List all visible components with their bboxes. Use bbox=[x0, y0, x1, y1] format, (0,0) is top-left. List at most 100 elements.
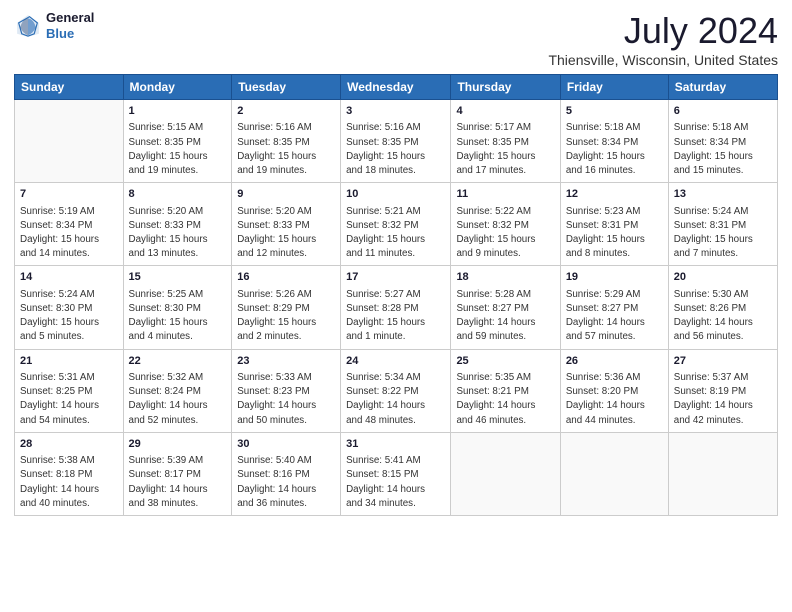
calendar-header-row: SundayMondayTuesdayWednesdayThursdayFrid… bbox=[15, 75, 778, 100]
calendar-header-tuesday: Tuesday bbox=[232, 75, 341, 100]
day-number: 30 bbox=[237, 437, 335, 452]
day-number: 22 bbox=[129, 354, 227, 369]
calendar-cell: 30 Sunrise: 5:40 AM Sunset: 8:16 PM Dayli… bbox=[232, 432, 341, 515]
calendar-week-row: 14 Sunrise: 5:24 AM Sunset: 8:30 PM Dayli… bbox=[15, 266, 778, 349]
calendar-cell: 12 Sunrise: 5:23 AM Sunset: 8:31 PM Dayli… bbox=[560, 183, 668, 266]
day-number: 28 bbox=[20, 437, 118, 452]
day-info: Sunrise: 5:22 AM Sunset: 8:32 PM Dayligh… bbox=[456, 205, 554, 262]
day-number: 31 bbox=[346, 437, 445, 452]
day-number: 10 bbox=[346, 187, 445, 202]
day-number: 26 bbox=[566, 354, 663, 369]
day-info: Sunrise: 5:34 AM Sunset: 8:22 PM Dayligh… bbox=[346, 371, 445, 428]
logo-icon bbox=[14, 12, 42, 40]
day-info: Sunrise: 5:41 AM Sunset: 8:15 PM Dayligh… bbox=[346, 454, 445, 511]
day-info: Sunrise: 5:37 AM Sunset: 8:19 PM Dayligh… bbox=[674, 371, 772, 428]
day-info: Sunrise: 5:24 AM Sunset: 8:31 PM Dayligh… bbox=[674, 205, 772, 262]
calendar-cell: 15Sunrise: 5:25 AM Sunset: 8:30 PM Dayli… bbox=[123, 266, 232, 349]
calendar-cell: 21 Sunrise: 5:31 AM Sunset: 8:25 PM Dayli… bbox=[15, 349, 124, 432]
day-info: Sunrise: 5:18 AM Sunset: 8:34 PM Dayligh… bbox=[674, 121, 772, 178]
calendar-cell: 25 Sunrise: 5:35 AM Sunset: 8:21 PM Dayli… bbox=[451, 349, 560, 432]
day-info: Sunrise: 5:20 AM Sunset: 8:33 PM Dayligh… bbox=[129, 205, 227, 262]
day-number: 18 bbox=[456, 270, 554, 285]
calendar-cell bbox=[15, 100, 124, 183]
calendar-week-row: 7 Sunrise: 5:19 AM Sunset: 8:34 PM Daylig… bbox=[15, 183, 778, 266]
day-number: 5 bbox=[566, 104, 663, 119]
day-number: 16 bbox=[237, 270, 335, 285]
calendar-cell: 9Sunrise: 5:20 AM Sunset: 8:33 PM Daylig… bbox=[232, 183, 341, 266]
calendar-cell: 16 Sunrise: 5:26 AM Sunset: 8:29 PM Dayli… bbox=[232, 266, 341, 349]
day-info: Sunrise: 5:16 AM Sunset: 8:35 PM Dayligh… bbox=[237, 121, 335, 178]
day-info: Sunrise: 5:40 AM Sunset: 8:16 PM Dayligh… bbox=[237, 454, 335, 511]
day-number: 24 bbox=[346, 354, 445, 369]
day-info: Sunrise: 5:39 AM Sunset: 8:17 PM Dayligh… bbox=[129, 454, 227, 511]
calendar-cell: 17Sunrise: 5:27 AM Sunset: 8:28 PM Dayli… bbox=[341, 266, 451, 349]
calendar-cell: 10 Sunrise: 5:21 AM Sunset: 8:32 PM Dayli… bbox=[341, 183, 451, 266]
calendar-cell: 19 Sunrise: 5:29 AM Sunset: 8:27 PM Dayli… bbox=[560, 266, 668, 349]
calendar-week-row: 28Sunrise: 5:38 AM Sunset: 8:18 PM Dayli… bbox=[15, 432, 778, 515]
day-number: 2 bbox=[237, 104, 335, 119]
day-number: 3 bbox=[346, 104, 445, 119]
calendar-cell: 26 Sunrise: 5:36 AM Sunset: 8:20 PM Dayli… bbox=[560, 349, 668, 432]
day-number: 13 bbox=[674, 187, 772, 202]
day-number: 8 bbox=[129, 187, 227, 202]
day-info: Sunrise: 5:23 AM Sunset: 8:31 PM Dayligh… bbox=[566, 205, 663, 262]
calendar-cell: 18 Sunrise: 5:28 AM Sunset: 8:27 PM Dayli… bbox=[451, 266, 560, 349]
day-number: 25 bbox=[456, 354, 554, 369]
calendar-cell: 22Sunrise: 5:32 AM Sunset: 8:24 PM Dayli… bbox=[123, 349, 232, 432]
logo-general: General bbox=[46, 10, 94, 26]
day-info: Sunrise: 5:19 AM Sunset: 8:34 PM Dayligh… bbox=[20, 205, 118, 262]
day-number: 20 bbox=[674, 270, 772, 285]
day-info: Sunrise: 5:21 AM Sunset: 8:32 PM Dayligh… bbox=[346, 205, 445, 262]
calendar-header-friday: Friday bbox=[560, 75, 668, 100]
calendar-cell bbox=[668, 432, 777, 515]
day-info: Sunrise: 5:15 AM Sunset: 8:35 PM Dayligh… bbox=[129, 121, 227, 178]
calendar-cell: 7 Sunrise: 5:19 AM Sunset: 8:34 PM Daylig… bbox=[15, 183, 124, 266]
calendar-header-wednesday: Wednesday bbox=[341, 75, 451, 100]
calendar-header-thursday: Thursday bbox=[451, 75, 560, 100]
calendar-cell: 23Sunrise: 5:33 AM Sunset: 8:23 PM Dayli… bbox=[232, 349, 341, 432]
calendar-cell: 29 Sunrise: 5:39 AM Sunset: 8:17 PM Dayli… bbox=[123, 432, 232, 515]
day-info: Sunrise: 5:35 AM Sunset: 8:21 PM Dayligh… bbox=[456, 371, 554, 428]
calendar-cell: 6 Sunrise: 5:18 AM Sunset: 8:34 PM Daylig… bbox=[668, 100, 777, 183]
calendar-cell: 1Sunrise: 5:15 AM Sunset: 8:35 PM Daylig… bbox=[123, 100, 232, 183]
calendar-cell: 31 Sunrise: 5:41 AM Sunset: 8:15 PM Dayli… bbox=[341, 432, 451, 515]
day-number: 14 bbox=[20, 270, 118, 285]
day-info: Sunrise: 5:28 AM Sunset: 8:27 PM Dayligh… bbox=[456, 288, 554, 345]
calendar-cell: 5Sunrise: 5:18 AM Sunset: 8:34 PM Daylig… bbox=[560, 100, 668, 183]
day-number: 19 bbox=[566, 270, 663, 285]
page: General Blue July 2024 Thiensville, Wisc… bbox=[0, 0, 792, 612]
day-number: 11 bbox=[456, 187, 554, 202]
header: General Blue July 2024 Thiensville, Wisc… bbox=[14, 10, 778, 68]
logo-text: General Blue bbox=[46, 10, 94, 41]
day-info: Sunrise: 5:29 AM Sunset: 8:27 PM Dayligh… bbox=[566, 288, 663, 345]
calendar-cell: 13 Sunrise: 5:24 AM Sunset: 8:31 PM Dayli… bbox=[668, 183, 777, 266]
calendar-cell: 14 Sunrise: 5:24 AM Sunset: 8:30 PM Dayli… bbox=[15, 266, 124, 349]
calendar-cell: 24 Sunrise: 5:34 AM Sunset: 8:22 PM Dayli… bbox=[341, 349, 451, 432]
calendar-table: SundayMondayTuesdayWednesdayThursdayFrid… bbox=[14, 74, 778, 516]
calendar-cell: 3Sunrise: 5:16 AM Sunset: 8:35 PM Daylig… bbox=[341, 100, 451, 183]
calendar-header-sunday: Sunday bbox=[15, 75, 124, 100]
subtitle: Thiensville, Wisconsin, United States bbox=[548, 52, 778, 68]
day-info: Sunrise: 5:36 AM Sunset: 8:20 PM Dayligh… bbox=[566, 371, 663, 428]
day-number: 4 bbox=[456, 104, 554, 119]
day-info: Sunrise: 5:27 AM Sunset: 8:28 PM Dayligh… bbox=[346, 288, 445, 345]
day-number: 29 bbox=[129, 437, 227, 452]
calendar-cell bbox=[451, 432, 560, 515]
calendar-cell: 2 Sunrise: 5:16 AM Sunset: 8:35 PM Daylig… bbox=[232, 100, 341, 183]
day-info: Sunrise: 5:30 AM Sunset: 8:26 PM Dayligh… bbox=[674, 288, 772, 345]
title-block: July 2024 Thiensville, Wisconsin, United… bbox=[548, 10, 778, 68]
day-info: Sunrise: 5:24 AM Sunset: 8:30 PM Dayligh… bbox=[20, 288, 118, 345]
day-info: Sunrise: 5:33 AM Sunset: 8:23 PM Dayligh… bbox=[237, 371, 335, 428]
day-info: Sunrise: 5:31 AM Sunset: 8:25 PM Dayligh… bbox=[20, 371, 118, 428]
day-number: 21 bbox=[20, 354, 118, 369]
day-number: 27 bbox=[674, 354, 772, 369]
day-number: 6 bbox=[674, 104, 772, 119]
day-number: 12 bbox=[566, 187, 663, 202]
day-number: 7 bbox=[20, 187, 118, 202]
calendar-cell: 11 Sunrise: 5:22 AM Sunset: 8:32 PM Dayli… bbox=[451, 183, 560, 266]
logo: General Blue bbox=[14, 10, 94, 41]
day-info: Sunrise: 5:26 AM Sunset: 8:29 PM Dayligh… bbox=[237, 288, 335, 345]
calendar-cell: 20 Sunrise: 5:30 AM Sunset: 8:26 PM Dayli… bbox=[668, 266, 777, 349]
calendar-cell bbox=[560, 432, 668, 515]
calendar-cell: 28Sunrise: 5:38 AM Sunset: 8:18 PM Dayli… bbox=[15, 432, 124, 515]
